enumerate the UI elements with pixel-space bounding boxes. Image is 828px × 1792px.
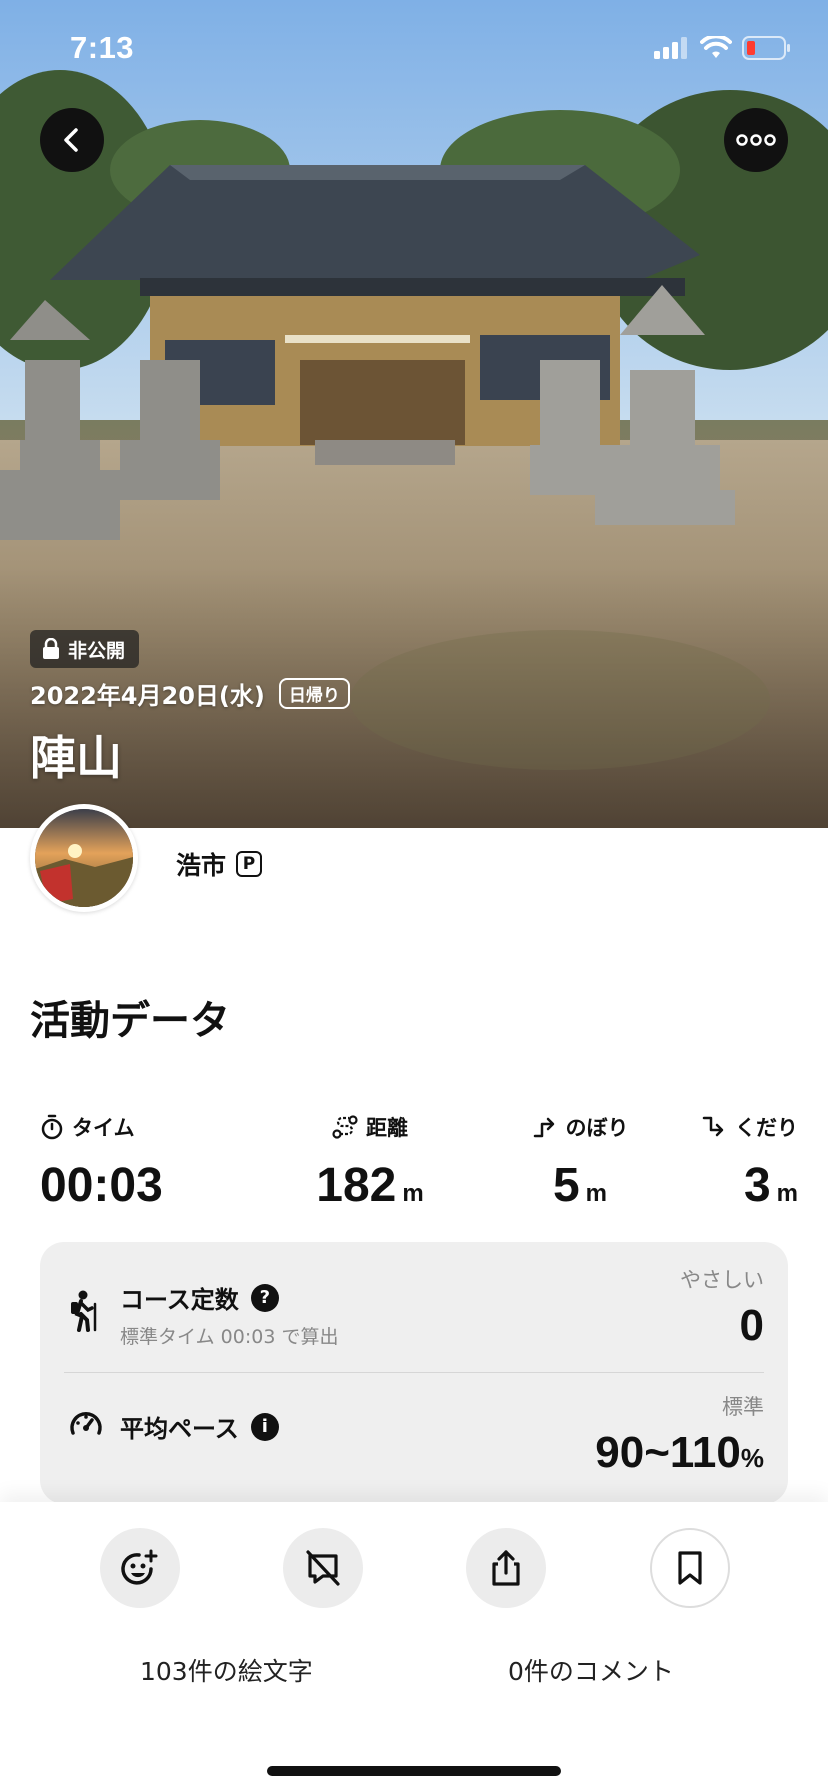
visibility-label: 非公開 bbox=[68, 639, 126, 662]
stat-descent: くだり 3m bbox=[608, 1112, 798, 1210]
share-icon bbox=[492, 1550, 520, 1586]
stat-distance: 距離 182 m bbox=[275, 1112, 465, 1210]
hiker-icon bbox=[71, 1290, 97, 1332]
ellipsis-icon bbox=[736, 134, 776, 146]
course-constant-value: 0 bbox=[739, 1301, 764, 1350]
average-pace-row: 平均ペース i 標準 90~110% bbox=[40, 1373, 788, 1504]
pace-range: 90~110 bbox=[595, 1428, 741, 1477]
home-indicator[interactable] bbox=[267, 1766, 561, 1776]
help-icon[interactable]: ? bbox=[250, 1283, 279, 1312]
stat-value: 00:03 bbox=[40, 1159, 163, 1212]
stat-value: 182 bbox=[316, 1159, 397, 1212]
stat-unit: m bbox=[402, 1180, 424, 1207]
bookmark-icon bbox=[678, 1551, 702, 1585]
course-level: やさしい bbox=[680, 1268, 764, 1292]
stat-label: タイム bbox=[72, 1116, 135, 1140]
info-icon[interactable]: i bbox=[250, 1412, 279, 1441]
comment-disabled-icon bbox=[306, 1550, 340, 1586]
pace-unit: % bbox=[740, 1443, 764, 1473]
route-icon bbox=[332, 1115, 358, 1139]
status-bar: 7:13 bbox=[0, 0, 828, 100]
trip-type-tag: 日帰り bbox=[278, 678, 350, 709]
visibility-badge: 非公開 bbox=[30, 630, 140, 668]
mountain-title: 陣山 bbox=[30, 731, 122, 785]
stat-value: 5 bbox=[552, 1159, 580, 1212]
stat-time: タイム 00:03 bbox=[40, 1112, 230, 1210]
status-icons bbox=[654, 36, 792, 60]
more-button[interactable] bbox=[724, 108, 788, 172]
user-name-row[interactable]: 浩市 P bbox=[176, 846, 263, 882]
speedometer-icon bbox=[70, 1412, 102, 1435]
course-constant-subtitle: 標準タイム 00:03 で算出 bbox=[120, 1326, 339, 1348]
hero-photo: 7:13 非公開 2022年4月20日(水) 日帰り 陣山 bbox=[0, 0, 828, 828]
comment-button[interactable] bbox=[283, 1528, 363, 1608]
premium-badge: P bbox=[236, 851, 263, 877]
share-button[interactable] bbox=[466, 1528, 546, 1608]
average-pace-title: 平均ペース bbox=[120, 1415, 239, 1443]
lock-icon bbox=[43, 638, 59, 659]
stat-label: くだり bbox=[735, 1116, 798, 1140]
course-constant-row: コース定数 ? 標準タイム 00:03 で算出 やさしい 0 bbox=[40, 1242, 788, 1372]
descent-icon bbox=[702, 1116, 724, 1137]
wifi-icon bbox=[700, 36, 732, 58]
avatar-photo bbox=[35, 809, 133, 907]
date-row: 2022年4月20日(水) 日帰り bbox=[30, 676, 350, 711]
battery-icon bbox=[742, 36, 790, 60]
ascent-icon bbox=[533, 1117, 554, 1138]
comment-count[interactable]: 0件のコメント bbox=[508, 1652, 674, 1688]
course-constant-title: コース定数 bbox=[120, 1286, 239, 1314]
record-date: 2022年4月20日(水) bbox=[30, 682, 265, 710]
stats-row: タイム 00:03 距離 182 m のぼり 5m くだり 3 m bbox=[30, 1112, 798, 1212]
stat-unit: m bbox=[776, 1180, 798, 1207]
add-emoji-button[interactable] bbox=[100, 1528, 180, 1608]
stopwatch-icon bbox=[41, 1114, 63, 1140]
status-time: 7:13 bbox=[70, 30, 135, 65]
user-name: 浩市 bbox=[176, 851, 227, 880]
section-title: 活動データ bbox=[30, 998, 230, 1044]
back-button[interactable] bbox=[40, 108, 104, 172]
bookmark-button[interactable] bbox=[650, 1528, 730, 1608]
pace-level: 標準 bbox=[722, 1395, 764, 1419]
average-pace-value: 90~110% bbox=[595, 1431, 764, 1475]
signal-icon bbox=[654, 37, 687, 59]
chevron-left-icon bbox=[64, 128, 78, 152]
emoji-count[interactable]: 103件の絵文字 bbox=[140, 1652, 313, 1688]
emoji-add-icon bbox=[121, 1549, 158, 1585]
avatar[interactable] bbox=[30, 804, 138, 912]
stat-unit: m bbox=[585, 1180, 608, 1207]
stat-value: 3 bbox=[743, 1159, 771, 1212]
stat-label: 距離 bbox=[366, 1116, 408, 1140]
bottom-action-bar: 103件の絵文字 0件のコメント bbox=[0, 1502, 828, 1792]
course-info-card: コース定数 ? 標準タイム 00:03 で算出 やさしい 0 平均ペース i 標… bbox=[40, 1242, 788, 1504]
